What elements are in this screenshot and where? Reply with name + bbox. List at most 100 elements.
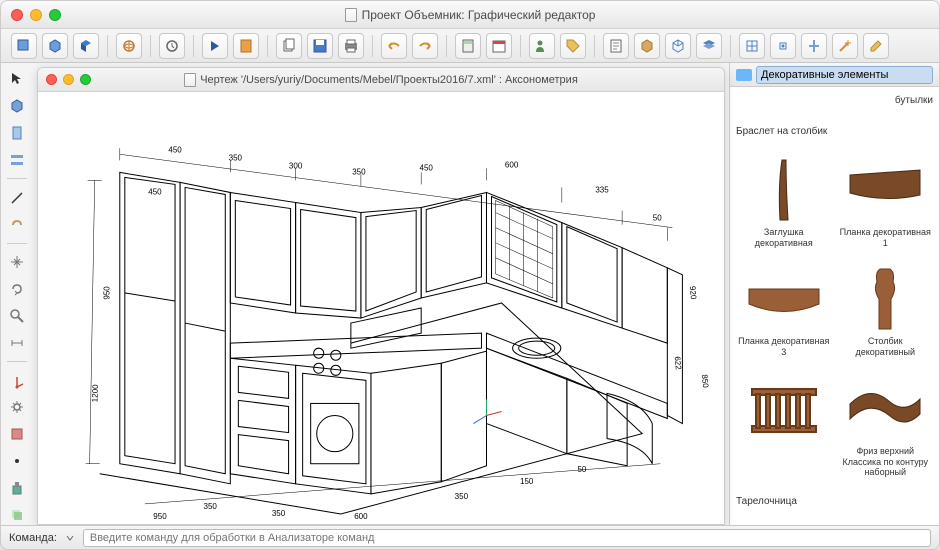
notes-icon[interactable] [603, 33, 629, 59]
drawing-title: Чертеж '/Users/yuriy/Documents/Mebel/Про… [184, 73, 578, 87]
report-icon[interactable] [233, 33, 259, 59]
redo-icon[interactable] [412, 33, 438, 59]
view-cube-icon[interactable] [11, 33, 37, 59]
catalog-item[interactable]: Планка декоративная 1 [838, 155, 934, 259]
svg-text:450: 450 [148, 187, 162, 196]
undo-icon[interactable] [381, 33, 407, 59]
category-select[interactable]: Декоративные элементы [756, 66, 933, 84]
svg-text:450: 450 [168, 145, 182, 154]
explode-icon[interactable] [665, 33, 691, 59]
catalog-fragment-label: бутылки [736, 93, 933, 118]
svg-text:450: 450 [420, 163, 434, 172]
snap-icon[interactable] [770, 33, 796, 59]
dot-tool-icon[interactable] [5, 451, 29, 472]
catalog-item[interactable]: Заглушка декоративная [736, 155, 832, 259]
titlebar: Проект Объемник: Графический редактор [1, 1, 939, 29]
layers-icon[interactable] [696, 33, 722, 59]
drawing-canvas[interactable]: 450 350 300 350 450 600 335 50 450 950 1… [38, 92, 724, 524]
svg-text:600: 600 [354, 512, 368, 521]
pan-tool-icon[interactable] [5, 252, 29, 273]
window-title: Проект Объемник: Графический редактор [345, 8, 596, 22]
document-icon [184, 73, 196, 87]
calculator-icon[interactable] [455, 33, 481, 59]
svg-text:1200: 1200 [90, 384, 100, 403]
svg-text:150: 150 [520, 477, 534, 486]
svg-text:920: 920 [688, 286, 698, 301]
edit-icon[interactable] [863, 33, 889, 59]
app-window: Проект Объемник: Графический редактор [0, 0, 940, 550]
command-label: Команда: [9, 532, 57, 544]
svg-text:850: 850 [700, 374, 710, 389]
catalog-section-label: Тарелочница [736, 494, 933, 519]
dimension-tool-icon[interactable] [5, 332, 29, 353]
svg-text:50: 50 [577, 465, 586, 474]
svg-text:350: 350 [455, 492, 469, 501]
catalog-item[interactable] [736, 374, 832, 488]
svg-text:600: 600 [505, 160, 519, 169]
svg-text:350: 350 [229, 153, 243, 162]
users-icon[interactable] [529, 33, 555, 59]
copy-icon[interactable] [276, 33, 302, 59]
drawing-window-controls [46, 74, 91, 85]
origin-tool-icon[interactable] [5, 370, 29, 391]
minimize-button[interactable] [30, 9, 42, 21]
command-bar: Команда: [1, 525, 939, 549]
main-area: Чертеж '/Users/yuriy/Documents/Mebel/Про… [1, 63, 939, 525]
calendar-icon[interactable] [486, 33, 512, 59]
maximize-button[interactable] [49, 9, 61, 21]
catalog-item[interactable]: Столбик декоративный [838, 264, 934, 368]
close-button[interactable] [11, 9, 23, 21]
layer-tool-icon[interactable] [5, 504, 29, 525]
rotate-tool-icon[interactable] [5, 279, 29, 300]
door-tool-icon[interactable] [5, 123, 29, 144]
redo-all-icon[interactable] [159, 33, 185, 59]
catalog-header: Декоративные элементы [730, 63, 939, 87]
svg-text:950: 950 [103, 286, 112, 300]
svg-text:50: 50 [653, 214, 662, 223]
grid-icon[interactable] [739, 33, 765, 59]
line-tool-icon[interactable] [5, 187, 29, 208]
print-icon[interactable] [338, 33, 364, 59]
catalog-item[interactable]: Планка декоративная 3 [736, 264, 832, 368]
play-icon[interactable] [202, 33, 228, 59]
svg-text:350: 350 [352, 167, 366, 176]
gear-tool-icon[interactable] [5, 397, 29, 418]
svg-text:622: 622 [673, 356, 683, 371]
view-iso-icon[interactable] [73, 33, 99, 59]
maximize-button[interactable] [80, 74, 91, 85]
command-input[interactable] [83, 529, 931, 547]
catalog-section-label: Браслет на столбик [736, 124, 933, 149]
wand-icon[interactable] [832, 33, 858, 59]
mirror-icon[interactable] [801, 33, 827, 59]
handle-tool-icon[interactable] [5, 214, 29, 235]
svg-text:300: 300 [289, 161, 303, 170]
box-tool-icon[interactable] [5, 96, 29, 117]
catalog-panel: Декоративные элементы бутылки Браслет на… [729, 63, 939, 525]
document-icon [345, 8, 357, 22]
package-icon[interactable] [634, 33, 660, 59]
view-3d-icon[interactable] [42, 33, 68, 59]
svg-text:950: 950 [153, 512, 167, 521]
cursor-tool-icon[interactable] [5, 69, 29, 90]
drawing-titlebar: Чертеж '/Users/yuriy/Documents/Mebel/Про… [38, 68, 724, 92]
command-dropdown-icon[interactable] [63, 531, 77, 545]
window-controls [11, 9, 61, 21]
center-area: Чертеж '/Users/yuriy/Documents/Mebel/Про… [33, 63, 729, 525]
minimize-button[interactable] [63, 74, 74, 85]
catalog-list: бутылки Браслет на столбик Заглушка деко… [730, 87, 939, 525]
book-tool-icon[interactable] [5, 424, 29, 445]
globe-icon[interactable] [116, 33, 142, 59]
save-icon[interactable] [307, 33, 333, 59]
tool-palette [1, 63, 33, 525]
paint-tool-icon[interactable] [5, 477, 29, 498]
catalog-item[interactable]: Фриз верхний Классика по контуру наборны… [838, 374, 934, 488]
shelf-tool-icon[interactable] [5, 149, 29, 170]
svg-text:350: 350 [272, 509, 286, 518]
svg-text:335: 335 [595, 185, 609, 194]
close-button[interactable] [46, 74, 57, 85]
tag-icon[interactable] [560, 33, 586, 59]
zoom-tool-icon[interactable] [5, 306, 29, 327]
folder-icon [736, 69, 752, 81]
main-toolbar [1, 29, 939, 63]
drawing-window: Чертеж '/Users/yuriy/Documents/Mebel/Про… [37, 67, 725, 525]
